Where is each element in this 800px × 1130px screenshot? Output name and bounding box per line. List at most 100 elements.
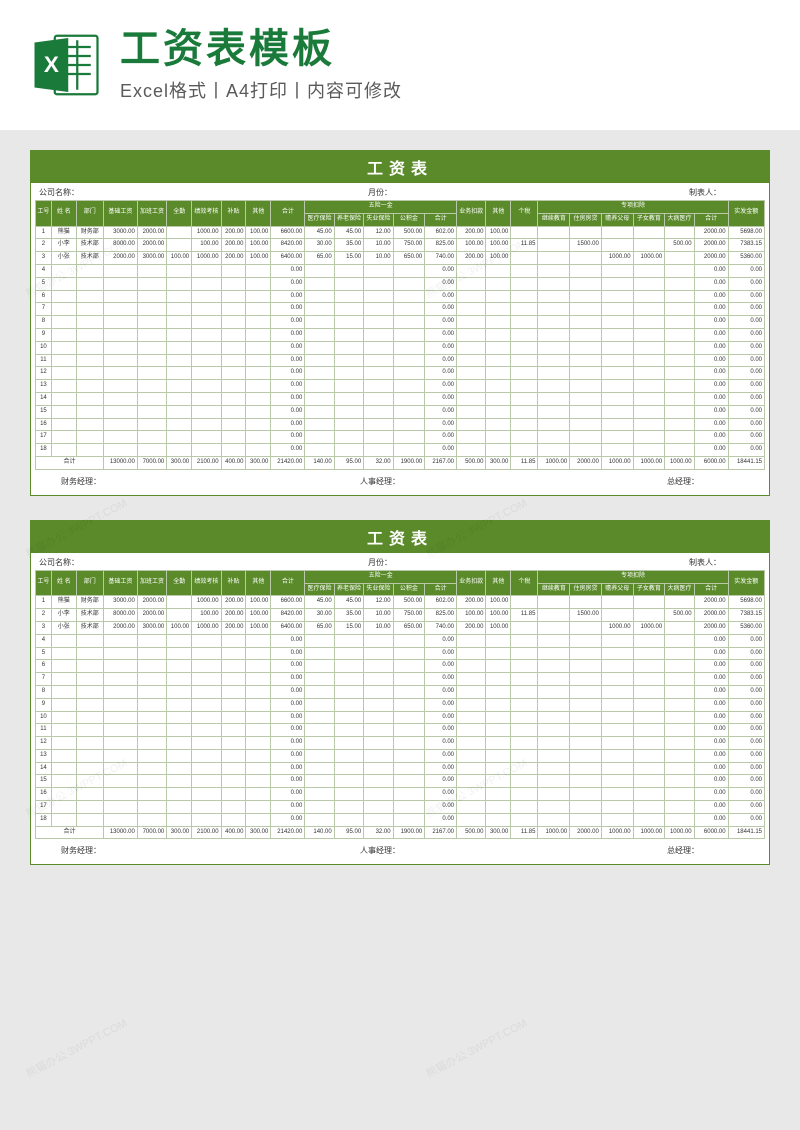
gm-sign: 总经理：: [486, 476, 739, 487]
cell: [665, 290, 694, 303]
cell: 6: [36, 660, 52, 673]
cell: [511, 277, 538, 290]
cell: 0.00: [694, 737, 728, 750]
cell: 0.00: [694, 634, 728, 647]
cell: [457, 737, 486, 750]
cell: [221, 673, 246, 686]
cell: [305, 801, 334, 814]
cell: [601, 405, 633, 418]
cell: [51, 660, 76, 673]
cell: [364, 813, 393, 826]
cell: [192, 801, 221, 814]
col-unemp: 失业保险: [364, 213, 393, 226]
cell: [51, 801, 76, 814]
cell: [665, 328, 694, 341]
cell: [246, 711, 271, 724]
cell: [334, 264, 363, 277]
total-cell: 95.00: [334, 826, 363, 839]
col-other2: 其他: [486, 201, 511, 227]
cell: [570, 328, 602, 341]
cell: [221, 762, 246, 775]
cell: [393, 444, 425, 457]
cell: [570, 354, 602, 367]
cell: 2000.00: [137, 609, 166, 622]
cell: [167, 328, 192, 341]
cell: [364, 444, 393, 457]
cell: [334, 698, 363, 711]
cell: [221, 444, 246, 457]
table-row: 180.000.000.000.00: [36, 813, 765, 826]
cell: [570, 444, 602, 457]
cell: 35.00: [334, 239, 363, 252]
table-row: 120.000.000.000.00: [36, 737, 765, 750]
cell: [246, 431, 271, 444]
cell: [221, 367, 246, 380]
total-cell: 1000.00: [601, 456, 633, 469]
cell: [246, 380, 271, 393]
cell: [246, 277, 271, 290]
cell: [103, 380, 137, 393]
cell: [601, 354, 633, 367]
cell: [364, 303, 393, 316]
cell: [633, 392, 665, 405]
cell: [570, 226, 602, 239]
cell: [538, 341, 570, 354]
cell: [305, 380, 334, 393]
cell: 13: [36, 380, 52, 393]
cell: [334, 405, 363, 418]
excel-icon: X: [30, 29, 102, 101]
table-row: 80.000.000.000.00: [36, 316, 765, 329]
col-tax: 个税: [511, 201, 538, 227]
cell: [633, 380, 665, 393]
cell: [305, 749, 334, 762]
cell: [665, 264, 694, 277]
cell: [665, 749, 694, 762]
cell: [364, 660, 393, 673]
col-net: 实发金额: [728, 570, 764, 596]
cell: [538, 226, 570, 239]
cell: [601, 634, 633, 647]
cell: [457, 698, 486, 711]
cell: 1000.00: [192, 596, 221, 609]
cell: [246, 749, 271, 762]
cell: 0.00: [694, 405, 728, 418]
cell: 0.00: [425, 749, 457, 762]
cell: 750.00: [393, 609, 425, 622]
cell: [486, 634, 511, 647]
cell: [457, 431, 486, 444]
cell: 12: [36, 737, 52, 750]
cell: [538, 660, 570, 673]
cell: [76, 303, 103, 316]
cell: [665, 226, 694, 239]
col-group-insurance: 五险一金: [305, 201, 457, 214]
cell: 0.00: [271, 762, 305, 775]
cell: [246, 328, 271, 341]
cell: 0.00: [271, 737, 305, 750]
cell: [665, 444, 694, 457]
cell: [103, 405, 137, 418]
cell: 0.00: [271, 801, 305, 814]
cell: [486, 801, 511, 814]
cell: [665, 685, 694, 698]
cell: 1000.00: [633, 252, 665, 265]
cell: [167, 775, 192, 788]
cell: [305, 341, 334, 354]
cell: [76, 647, 103, 660]
cell: [601, 380, 633, 393]
cell: [633, 724, 665, 737]
cell: [511, 226, 538, 239]
cell: [570, 801, 602, 814]
cell: [51, 380, 76, 393]
cell: [305, 813, 334, 826]
cell: [246, 290, 271, 303]
cell: [665, 303, 694, 316]
cell: 14: [36, 762, 52, 775]
cell: [192, 724, 221, 737]
cell: [457, 392, 486, 405]
cell: [305, 711, 334, 724]
cell: [665, 380, 694, 393]
table-row: 40.000.000.000.00: [36, 634, 765, 647]
cell: [192, 444, 221, 457]
col-net: 实发金额: [728, 201, 764, 227]
cell: [570, 647, 602, 660]
